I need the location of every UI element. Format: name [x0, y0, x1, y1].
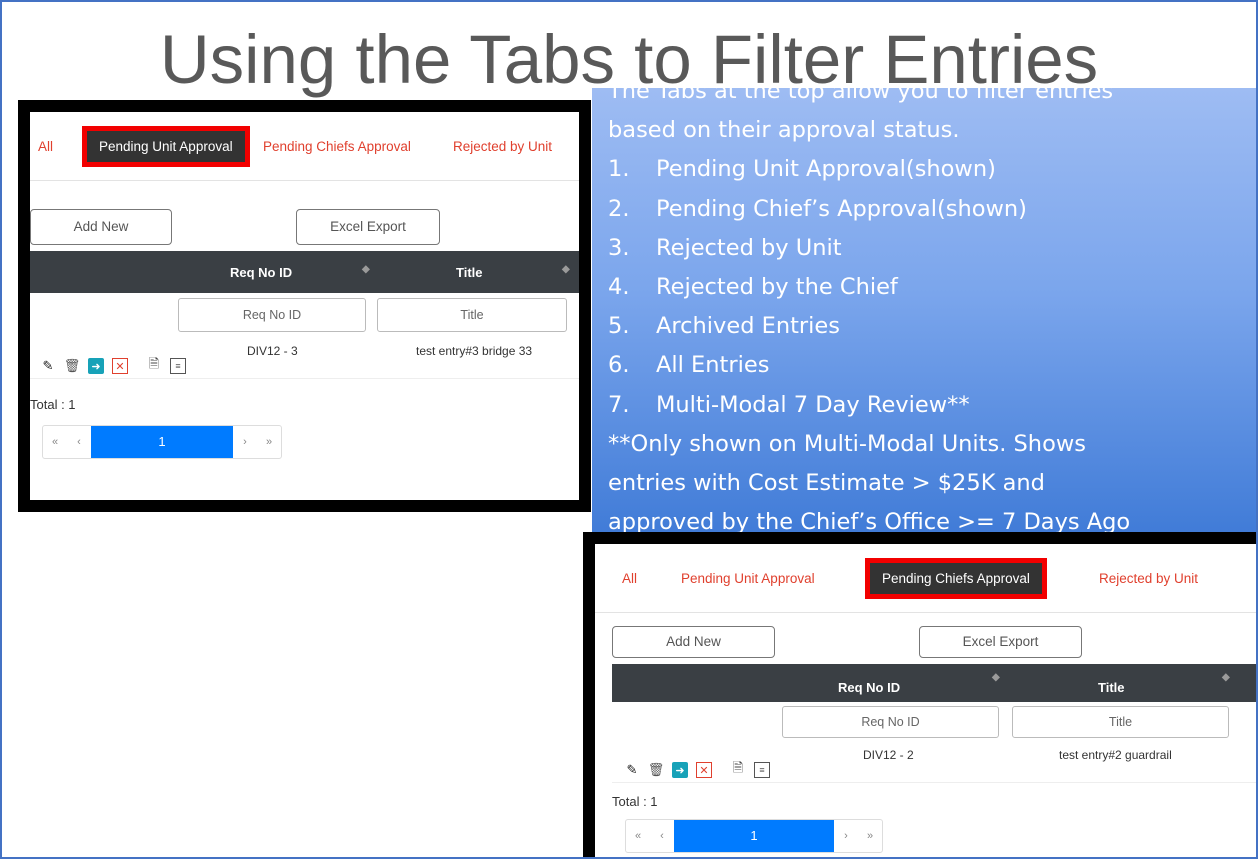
screenshot-pending-unit: All Pending Unit Approval Pending Chiefs… [18, 100, 591, 512]
row-title: test entry#3 bridge 33 [416, 344, 533, 358]
status-list-item: 4. Rejected by the Chief [608, 274, 898, 301]
table-header: Req No ID ◆ Title ◆ [612, 664, 1256, 702]
note-line: **Only shown on Multi-Modal Units. Shows [608, 430, 1086, 457]
sort-icon[interactable]: ◆ [562, 264, 570, 275]
row-title: test entry#2 guardrail [1059, 748, 1172, 762]
prev-page-button[interactable]: ‹ [650, 830, 674, 842]
excel-export-button[interactable]: Excel Export [296, 209, 440, 245]
status-list-item: 7. Multi-Modal 7 Day Review** [608, 391, 970, 418]
slide: Using the Tabs to Filter Entries The Tab… [0, 0, 1258, 859]
trash-icon[interactable]: 🗑 [64, 358, 81, 374]
filter-title-input[interactable]: Title [1012, 706, 1229, 738]
edit-icon[interactable]: ✎ [40, 358, 56, 374]
status-list: 1. Pending Unit Approval(shown) 2. Pending… [608, 150, 1130, 424]
pagination: « ‹ 1 › » [42, 425, 282, 459]
tab-pending-unit-approval[interactable]: Pending Unit Approval [82, 125, 250, 167]
next-page-button[interactable]: › [233, 436, 257, 448]
pagination: « ‹ 1 › » [625, 819, 883, 853]
add-new-button[interactable]: Add New [30, 209, 172, 245]
prev-page-button[interactable]: ‹ [67, 436, 91, 448]
total-count: Total : 1 [30, 397, 76, 412]
status-list-item: 1. Pending Unit Approval(shown) [608, 156, 996, 183]
tab-pending-chiefs-approval[interactable]: Pending Chiefs Approval [263, 139, 411, 154]
intro-line: based on their approval status. [608, 117, 960, 144]
details-list-icon[interactable]: ≡ [170, 358, 186, 374]
first-page-button[interactable]: « [626, 830, 650, 842]
add-new-button[interactable]: Add New [612, 626, 775, 658]
column-header-title[interactable]: Title [1098, 680, 1125, 695]
tab-all[interactable]: All [38, 139, 53, 154]
document-icon[interactable]: 🗎 [146, 356, 162, 374]
tab-rejected-by-unit[interactable]: Rejected by Unit [1099, 571, 1198, 586]
tab-rejected-by-unit[interactable]: Rejected by Unit [453, 139, 552, 154]
column-header-req-no[interactable]: Req No ID [230, 265, 292, 280]
total-count: Total : 1 [612, 794, 658, 809]
last-page-button[interactable]: » [257, 436, 281, 448]
reject-icon[interactable]: ✕ [112, 358, 128, 374]
excel-export-button[interactable]: Excel Export [919, 626, 1082, 658]
current-page[interactable]: 1 [91, 426, 233, 458]
row-actions: ✎ 🗑 ➜ ✕ 🗎 ≡ [40, 356, 186, 374]
status-list-item: 6. All Entries [608, 352, 770, 379]
approve-arrow-icon[interactable]: ➜ [672, 762, 688, 778]
screenshot-pending-chiefs: All Pending Unit Approval Pending Chiefs… [583, 532, 1256, 857]
filter-req-no-input[interactable]: Req No ID [178, 298, 366, 332]
filter-title-input[interactable]: Title [377, 298, 567, 332]
status-list-item: 3. Rejected by Unit [608, 234, 842, 261]
next-page-button[interactable]: › [834, 830, 858, 842]
tab-pending-unit-approval[interactable]: Pending Unit Approval [681, 571, 815, 586]
explanation-text: The Tabs at the top allow you to filter … [608, 88, 1130, 542]
row-req-no: DIV12 - 2 [863, 748, 914, 762]
filter-req-no-input[interactable]: Req No ID [782, 706, 999, 738]
status-list-item: 2. Pending Chief’s Approval(shown) [608, 195, 1027, 222]
status-list-item: 5. Archived Entries [608, 313, 840, 340]
table-header: Req No ID ◆ Title ◆ [30, 251, 579, 293]
column-header-req-no[interactable]: Req No ID [838, 680, 900, 695]
reject-icon[interactable]: ✕ [696, 762, 712, 778]
column-header-title[interactable]: Title [456, 265, 483, 280]
sort-icon[interactable]: ◆ [362, 264, 370, 275]
tab-bar: All Pending Unit Approval Pending Chiefs… [30, 112, 579, 181]
tab-all[interactable]: All [622, 571, 637, 586]
row-actions: ✎ 🗑 ➜ ✕ 🗎 ≡ [624, 760, 770, 778]
details-list-icon[interactable]: ≡ [754, 762, 770, 778]
current-page[interactable]: 1 [674, 820, 834, 852]
note-line: entries with Cost Estimate > $25K and [608, 470, 1045, 497]
row-req-no: DIV12 - 3 [247, 344, 298, 358]
sort-icon[interactable]: ◆ [1222, 672, 1230, 683]
trash-icon[interactable]: 🗑 [648, 762, 665, 778]
document-icon[interactable]: 🗎 [730, 760, 746, 778]
intro-hidden-line: The Tabs at the top allow you to filter … [608, 88, 1114, 104]
last-page-button[interactable]: » [858, 830, 882, 842]
edit-icon[interactable]: ✎ [624, 762, 640, 778]
sort-icon[interactable]: ◆ [992, 672, 1000, 683]
first-page-button[interactable]: « [43, 436, 67, 448]
tab-pending-chiefs-approval[interactable]: Pending Chiefs Approval [865, 557, 1047, 599]
explanation-box: The Tabs at the top allow you to filter … [592, 88, 1256, 548]
approve-arrow-icon[interactable]: ➜ [88, 358, 104, 374]
tab-bar: All Pending Unit Approval Pending Chiefs… [595, 544, 1256, 613]
